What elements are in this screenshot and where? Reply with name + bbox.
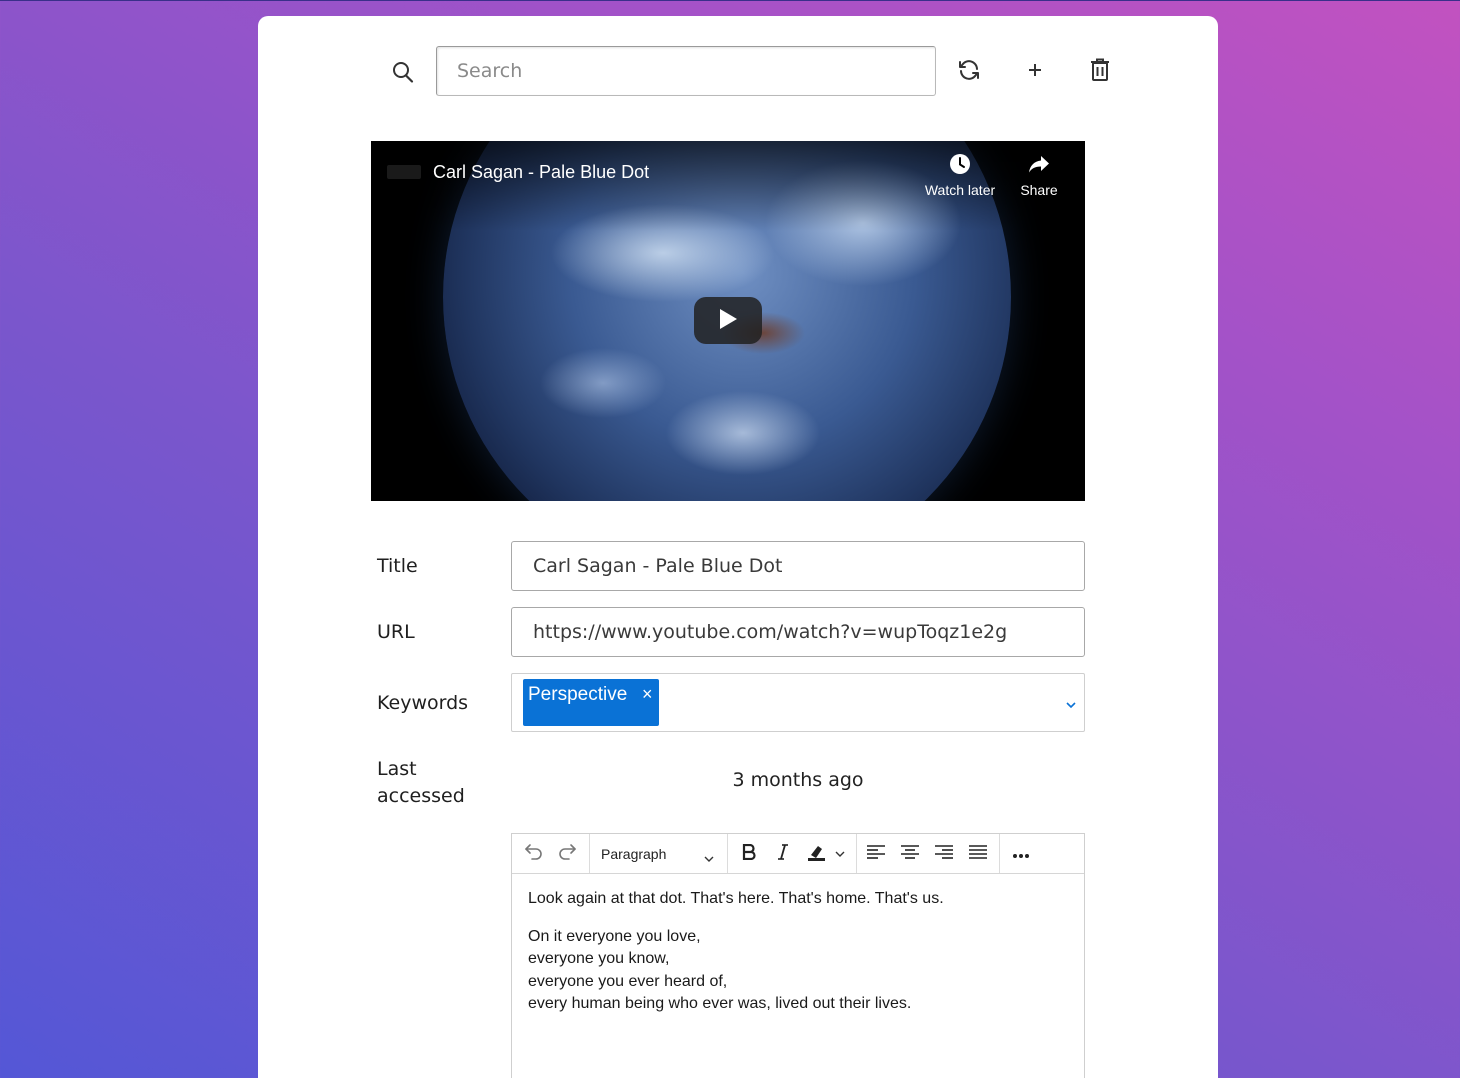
align-left-icon	[867, 844, 885, 863]
align-left-button[interactable]	[862, 839, 890, 868]
justify-button[interactable]	[964, 839, 992, 868]
align-right-icon	[935, 844, 953, 863]
plus-icon	[1027, 62, 1043, 82]
watch-later-button[interactable]: Watch later	[921, 153, 999, 198]
toolbar-divider	[589, 834, 590, 873]
refresh-button[interactable]	[952, 56, 986, 88]
keywords-label: Keywords	[377, 692, 469, 714]
more-options-button[interactable]	[1007, 839, 1035, 868]
last-accessed-label: Last accessed	[377, 758, 465, 807]
align-center-icon	[901, 844, 919, 863]
toolbar-divider	[999, 834, 1000, 873]
highlighter-icon	[807, 842, 829, 866]
title-field[interactable]	[511, 541, 1085, 591]
block-format-label: Paragraph	[601, 845, 667, 862]
chevron-down-icon[interactable]	[1065, 696, 1077, 709]
video-title[interactable]: Carl Sagan - Pale Blue Dot	[433, 162, 649, 183]
chevron-down-icon	[835, 844, 845, 863]
editor-line: On it everyone you love,	[528, 927, 701, 945]
chevron-down-icon	[704, 849, 714, 862]
keyword-tag: Perspective ×	[523, 679, 659, 726]
redo-icon	[557, 843, 577, 865]
keyword-tag-label: Perspective	[528, 684, 628, 705]
share-label: Share	[1020, 182, 1058, 198]
rich-text-editor[interactable]: Paragraph Look again at that dot. That's…	[511, 833, 1085, 1078]
editor-content[interactable]: Look again at that dot. That's here. Tha…	[528, 888, 1068, 1031]
delete-button[interactable]	[1083, 56, 1117, 88]
top-border	[0, 0, 1460, 1]
add-button[interactable]	[1018, 56, 1052, 88]
italic-icon	[777, 843, 789, 864]
editor-toolbar: Paragraph	[512, 834, 1084, 874]
remove-tag-icon[interactable]: ×	[642, 684, 653, 705]
search-input[interactable]	[436, 46, 936, 96]
align-justify-icon	[969, 844, 987, 863]
editor-paragraph: Look again at that dot. That's here. Tha…	[528, 890, 944, 907]
editor-paragraph: On it everyone you love, everyone you kn…	[528, 926, 1068, 1016]
top-toolbar	[258, 16, 1218, 126]
editor-line: everyone you know,	[528, 950, 670, 967]
undo-icon	[524, 843, 544, 865]
undo-button[interactable]	[519, 839, 549, 868]
last-accessed-value: 3 months ago	[732, 769, 864, 791]
toolbar-divider	[856, 834, 857, 873]
editor-line: everyone you ever heard of,	[528, 972, 728, 990]
play-button[interactable]	[694, 297, 762, 344]
block-format-select[interactable]: Paragraph	[592, 839, 724, 868]
watch-later-label: Watch later	[924, 182, 996, 198]
toolbar-divider	[727, 834, 728, 873]
align-right-button[interactable]	[930, 839, 958, 868]
redo-button[interactable]	[552, 839, 582, 868]
clock-icon	[949, 153, 971, 179]
trash-icon	[1090, 58, 1110, 86]
url-label: URL	[377, 621, 415, 643]
refresh-icon	[957, 58, 981, 86]
share-icon	[1028, 153, 1050, 179]
title-label: Title	[377, 555, 418, 577]
keywords-select[interactable]: Perspective ×	[511, 673, 1085, 732]
search-icon	[392, 60, 414, 84]
play-icon	[718, 308, 738, 334]
align-center-button[interactable]	[896, 839, 924, 868]
bold-button[interactable]	[736, 839, 762, 868]
url-field[interactable]	[511, 607, 1085, 657]
channel-logo[interactable]	[387, 165, 421, 179]
share-button[interactable]: Share	[1015, 153, 1063, 198]
italic-button[interactable]	[770, 839, 796, 868]
editor-line: every human being who ever was, lived ou…	[528, 995, 912, 1012]
bold-icon	[742, 843, 756, 864]
bookmark-card: Carl Sagan - Pale Blue Dot Watch later S…	[258, 16, 1218, 1078]
video-player[interactable]: Carl Sagan - Pale Blue Dot Watch later S…	[371, 141, 1085, 501]
more-icon	[1012, 844, 1030, 863]
highlight-color-button[interactable]	[804, 839, 848, 868]
